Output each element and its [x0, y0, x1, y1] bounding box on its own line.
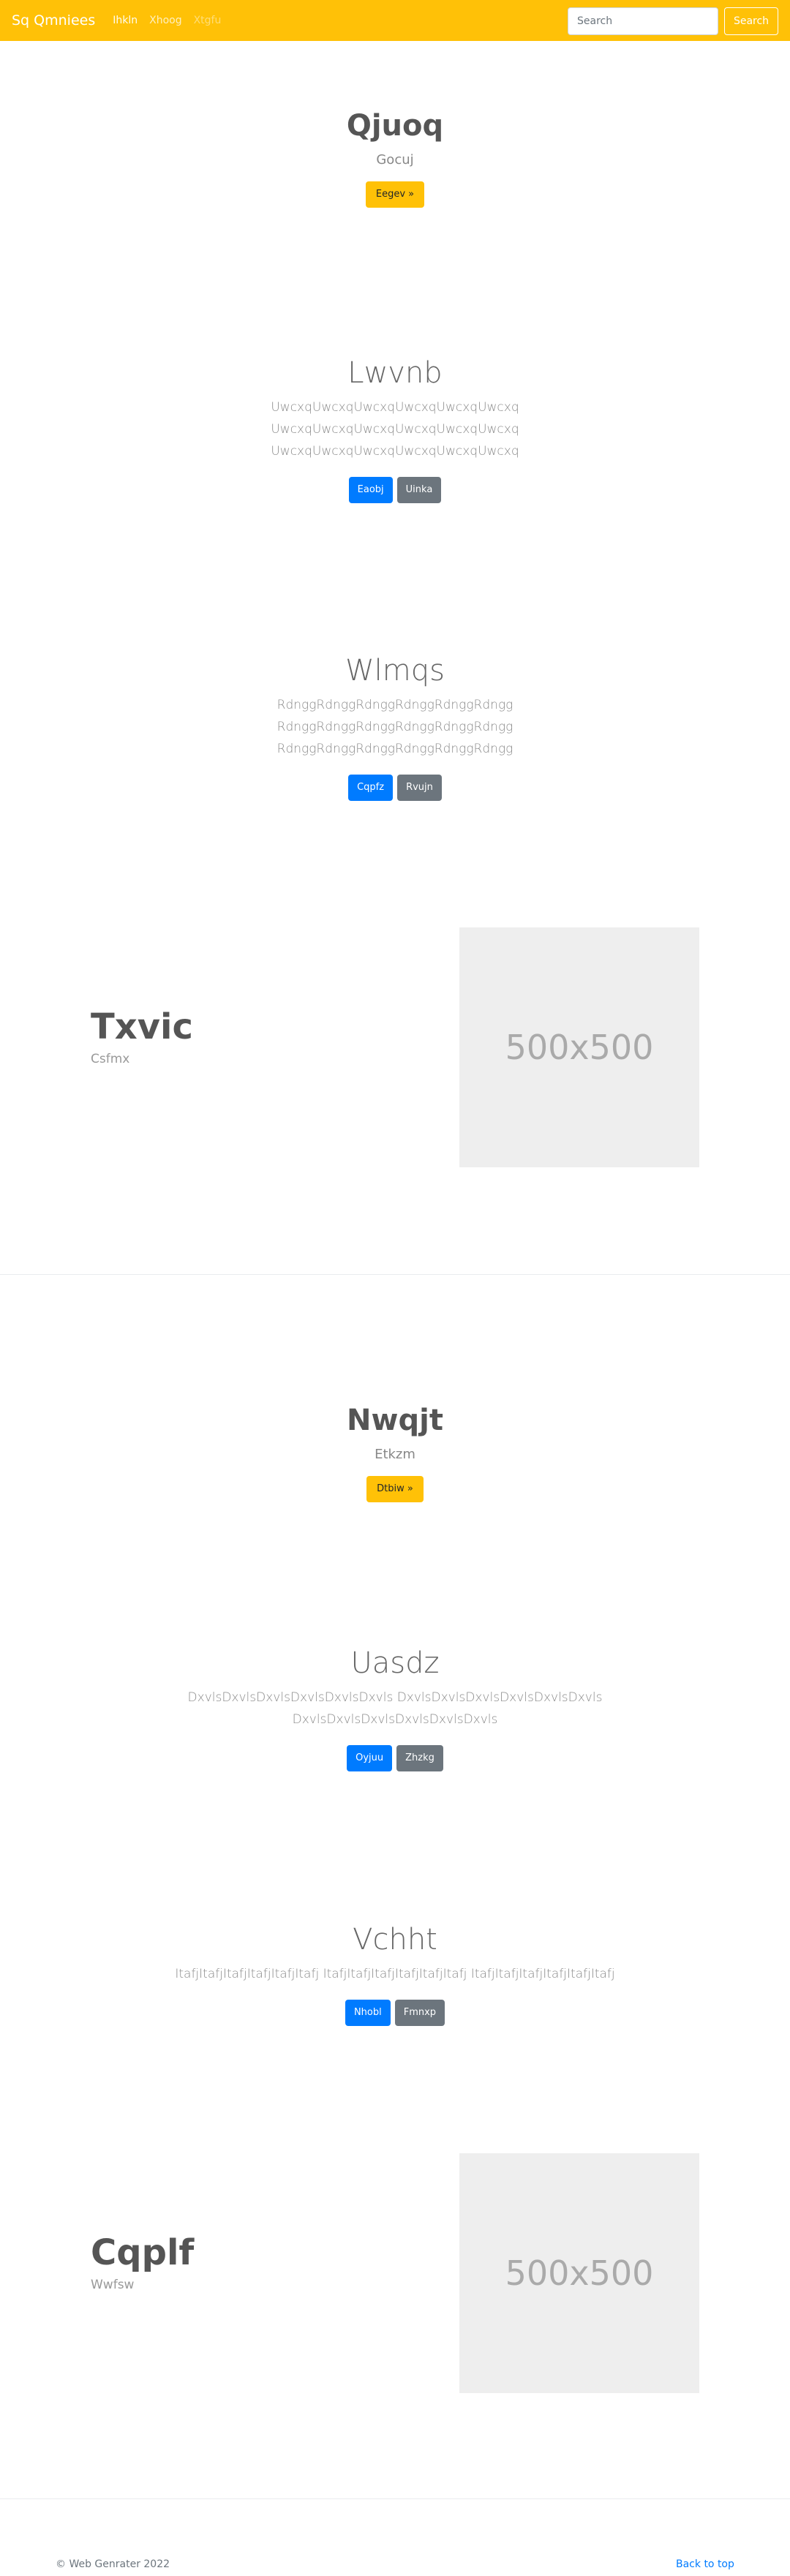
- placeholder-image: 500x500: [459, 927, 699, 1167]
- divider: [0, 1274, 790, 1275]
- block-title: Lwvnb: [347, 356, 443, 390]
- block-text-line: RdnggRdnggRdnggRdnggRdnggRdngg: [276, 720, 514, 734]
- search-button[interactable]: Search: [724, 7, 778, 35]
- block-text-line: UwcxqUwcxqUwcxqUwcxqUwcxqUwcxq: [271, 444, 519, 459]
- primary-button[interactable]: Cqpfz: [348, 775, 394, 801]
- block-buttons: Nhobl Fmnxp: [0, 2000, 790, 2026]
- footer-copyright: © Web Genrater 2022: [56, 2558, 170, 2570]
- block-text: RdnggRdnggRdnggRdnggRdnggRdngg RdnggRdng…: [0, 694, 790, 760]
- content-block-2: Wlmqs RdnggRdnggRdnggRdnggRdnggRdngg Rdn…: [0, 653, 790, 801]
- block-text-line: RdnggRdnggRdnggRdnggRdnggRdngg: [276, 742, 514, 756]
- jumbotron-subtitle: Gocuj: [376, 152, 414, 167]
- jumbotron-subtitle: Etkzm: [375, 1447, 415, 1462]
- secondary-button[interactable]: Rvujn: [397, 775, 442, 801]
- placeholder-image: 500x500: [459, 2153, 699, 2393]
- jumbotron-2: Nwqjt Etkzm Dtbiw »: [0, 1403, 790, 1502]
- block-text-line: UwcxqUwcxqUwcxqUwcxqUwcxqUwcxq: [271, 422, 519, 437]
- content-block-3: Uasdz DxvlsDxvlsDxvlsDxvlsDxvlsDxvls Dxv…: [0, 1646, 790, 1771]
- block-text-line: DxvlsDxvlsDxvlsDxvlsDxvlsDxvls: [292, 1712, 498, 1727]
- feature-subtitle: Wwfsw: [91, 2278, 135, 2292]
- jumbotron-cta-button[interactable]: Eegev »: [365, 181, 425, 208]
- content-block-1: Lwvnb UwcxqUwcxqUwcxqUwcxqUwcxqUwcxq Uwc…: [0, 355, 790, 503]
- block-text: ItafjItafjItafjItafjItafjItafj ItafjItaf…: [0, 1963, 790, 1985]
- block-text: DxvlsDxvlsDxvlsDxvlsDxvlsDxvls DxvlsDxvl…: [0, 1687, 790, 1730]
- block-text: UwcxqUwcxqUwcxqUwcxqUwcxqUwcxq UwcxqUwcx…: [0, 396, 790, 462]
- search-input[interactable]: [568, 7, 718, 35]
- block-buttons: Oyjuu Zhzkg: [0, 1745, 790, 1771]
- top-navbar: Sq Qmniees Ihkln Xhoog Xtgfu Search: [0, 0, 790, 41]
- block-title: Uasdz: [350, 1646, 440, 1680]
- content-block-4: Vchht ItafjItafjItafjItafjItafjItafj Ita…: [0, 1922, 790, 2026]
- feature-1-text: Txvic Csfmx: [91, 1006, 193, 1068]
- block-text-line: RdnggRdnggRdnggRdnggRdnggRdngg: [276, 698, 514, 712]
- feature-subtitle: Csfmx: [91, 1052, 130, 1066]
- block-text-line: UwcxqUwcxqUwcxqUwcxqUwcxqUwcxq: [271, 400, 519, 415]
- primary-button[interactable]: Oyjuu: [347, 1745, 393, 1771]
- divider: [0, 2498, 790, 2499]
- feature-title: Txvic: [91, 1006, 193, 1047]
- jumbotron-cta-button[interactable]: Dtbiw »: [366, 1476, 424, 1502]
- brand-link[interactable]: Sq Qmniees: [12, 12, 95, 29]
- secondary-button[interactable]: Zhzkg: [396, 1745, 443, 1771]
- feature-2-text: Cqplf Wwfsw: [91, 2232, 194, 2294]
- nav-link-1[interactable]: Ihkln: [113, 15, 138, 26]
- primary-button[interactable]: Nhobl: [345, 2000, 391, 2026]
- block-buttons: Cqpfz Rvujn: [0, 775, 790, 801]
- back-to-top-link[interactable]: Back to top: [676, 2558, 734, 2570]
- block-buttons: Eaobj Uinka: [0, 477, 790, 503]
- jumbotron-title: Nwqjt: [347, 1404, 443, 1437]
- nav-link-3[interactable]: Xtgfu: [194, 15, 222, 26]
- block-text-line: ItafjItafjItafjItafjItafjItafj ItafjItaf…: [175, 1967, 615, 1981]
- jumbotron-1: Qjuoq Gocuj Eegev »: [0, 108, 790, 208]
- block-title: Vchht: [353, 1923, 437, 1957]
- feature-title: Cqplf: [91, 2232, 195, 2273]
- jumbotron-title: Qjuoq: [346, 109, 444, 143]
- block-text-line: DxvlsDxvlsDxvlsDxvlsDxvlsDxvls DxvlsDxvl…: [187, 1690, 603, 1705]
- block-title: Wlmqs: [345, 654, 445, 688]
- secondary-button[interactable]: Fmnxp: [394, 2000, 445, 2026]
- primary-button[interactable]: Eaobj: [348, 477, 393, 503]
- nav-link-2[interactable]: Xhoog: [149, 15, 181, 26]
- secondary-button[interactable]: Uinka: [396, 477, 442, 503]
